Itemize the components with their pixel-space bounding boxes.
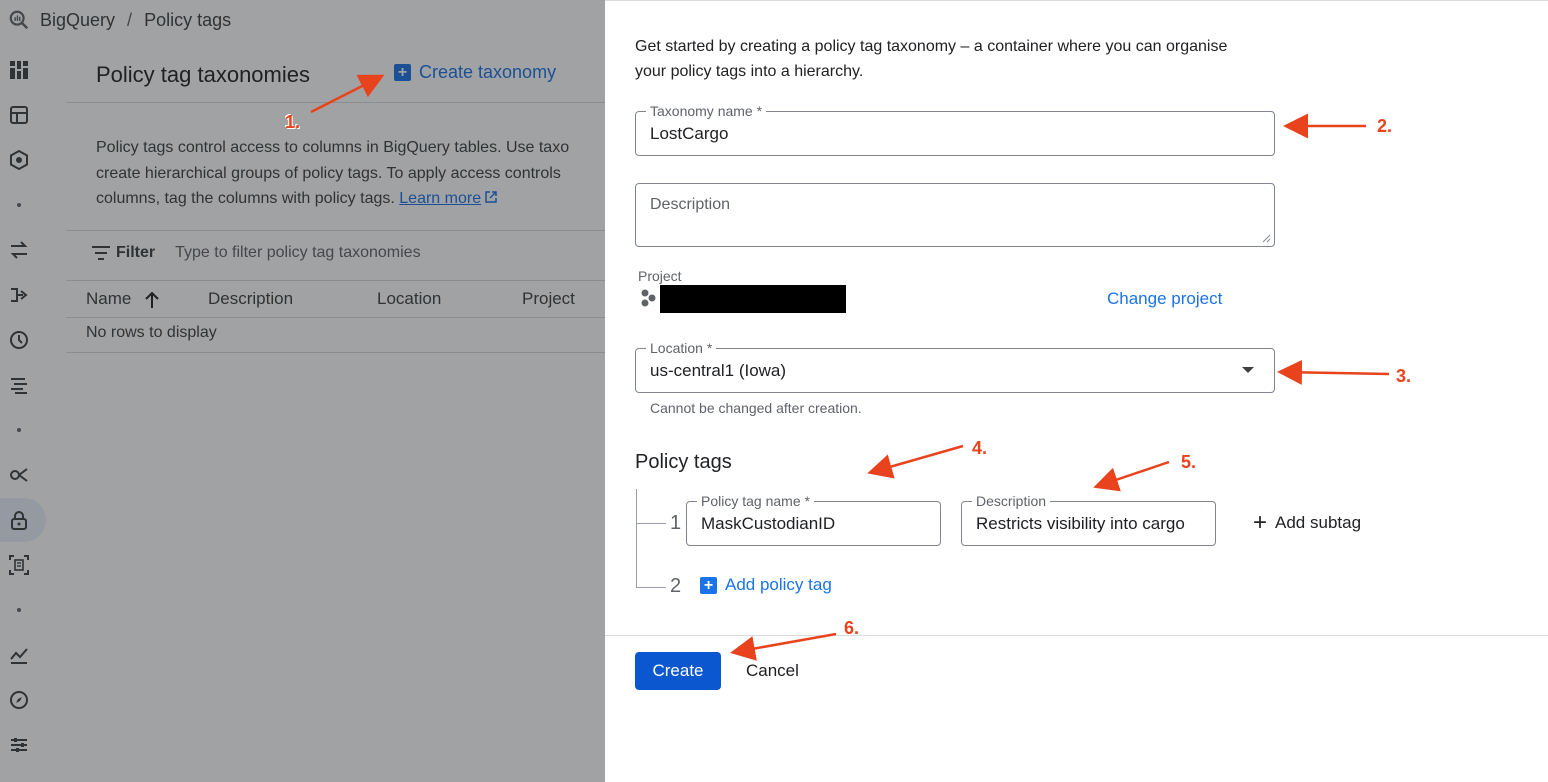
redacted-project-id — [660, 285, 846, 313]
studio-icon[interactable] — [8, 104, 30, 126]
create-button[interactable]: Create — [635, 652, 721, 690]
dropdown-arrow-icon — [1242, 367, 1254, 373]
add-box-icon: + — [394, 64, 411, 81]
cancel-button[interactable]: Cancel — [746, 661, 799, 681]
analytics-hub-icon[interactable] — [8, 374, 30, 396]
rail-divider-dot — [17, 608, 21, 612]
description-line: Policy tags control access to columns in… — [96, 139, 570, 156]
add-policy-tag-button[interactable]: + Add policy tag — [700, 575, 832, 595]
divider — [66, 230, 605, 231]
column-header-project[interactable]: Project — [522, 289, 575, 309]
breadcrumb-app[interactable]: BigQuery — [40, 10, 115, 31]
description-placeholder: Description — [650, 196, 731, 213]
add-box-icon: + — [700, 576, 717, 594]
filter-bar[interactable]: Filter Type to filter policy tag taxonom… — [92, 244, 421, 262]
lock-icon[interactable] — [8, 509, 30, 531]
rail-divider-dot — [17, 203, 21, 207]
external-link-icon — [485, 191, 497, 203]
location-value: us-central1 (Iowa) — [650, 361, 787, 380]
top-bar: BigQuery / Policy tags — [0, 0, 605, 40]
scheduled-queries-icon[interactable] — [8, 329, 30, 351]
policy-tag-description-field[interactable]: Description Restricts visibility into ca… — [961, 493, 1216, 546]
filter-label: Filter — [116, 244, 156, 261]
background-page: BigQuery / Policy tags Policy tag taxono… — [0, 0, 605, 782]
add-subtag-label: Add subtag — [1275, 513, 1362, 532]
description-textarea[interactable]: Description — [635, 183, 1275, 247]
policy-tags-heading: Policy tags — [635, 451, 732, 473]
policy-tag-description-label: Description — [972, 493, 1051, 509]
transfers-icon[interactable] — [8, 239, 30, 261]
description-line-with-link: columns, tag the columns with policy tag… — [96, 186, 605, 212]
monitoring-icon[interactable] — [8, 644, 30, 666]
dashboard-icon[interactable] — [8, 59, 30, 81]
panel-intro-text: Get started by creating a policy tag tax… — [635, 38, 1228, 80]
policy-tag-description-value: Restricts visibility into cargo — [976, 514, 1185, 533]
navigation-rail — [0, 40, 64, 782]
tree-connector — [636, 523, 666, 524]
project-icon — [641, 289, 656, 307]
main-content: Policy tag taxonomies + Create taxonomy … — [66, 40, 605, 782]
column-header-name[interactable]: Name — [86, 289, 131, 309]
filter-icon — [92, 246, 110, 260]
policy-tag-name-field[interactable]: Policy tag name * MaskCustodianID — [686, 493, 941, 546]
resize-handle-icon[interactable] — [1262, 234, 1271, 243]
policy-tag-name-label: Policy tag name * — [697, 493, 814, 509]
settings-sliders-icon[interactable] — [8, 734, 30, 756]
learn-more-link[interactable]: Learn more — [399, 190, 481, 207]
change-project-button[interactable]: Change project — [1107, 289, 1222, 309]
tree-connector — [636, 587, 666, 588]
column-header-description[interactable]: Description — [208, 289, 293, 309]
taxonomy-name-field[interactable]: Taxonomy name * LostCargo — [635, 103, 1275, 156]
breadcrumb-separator: / — [127, 9, 133, 30]
divider — [66, 317, 605, 318]
page-description: Policy tags control access to columns in… — [96, 135, 605, 212]
bigquery-logo-icon — [9, 10, 29, 30]
rail-divider-dot — [17, 428, 21, 432]
create-taxonomy-panel: Get started by creating a policy tag tax… — [605, 0, 1548, 782]
add-subtag-button[interactable]: + Add subtag — [1253, 509, 1362, 536]
plus-icon: + — [1253, 509, 1268, 536]
location-hint: Cannot be changed after creation. — [650, 400, 862, 416]
breadcrumb-page: Policy tags — [144, 9, 232, 30]
pipelines-icon[interactable] — [8, 284, 30, 306]
create-taxonomy-button[interactable]: + Create taxonomy — [394, 62, 556, 83]
empty-table-message: No rows to display — [86, 324, 217, 341]
data-transfer-icon[interactable] — [8, 464, 30, 486]
policy-tag-number: 1 — [670, 512, 682, 534]
create-taxonomy-label: Create taxonomy — [419, 62, 557, 82]
project-label: Project — [638, 268, 682, 284]
location-label: Location * — [646, 340, 717, 356]
sort-ascending-icon[interactable] — [144, 291, 160, 309]
filter-input[interactable]: Type to filter policy tag taxonomies — [175, 244, 420, 262]
page-title: Policy tag taxonomies — [96, 62, 310, 87]
policy-tag-number: 2 — [670, 575, 682, 597]
divider — [66, 102, 605, 103]
location-select[interactable]: Location * us-central1 (Iowa) — [635, 340, 1275, 393]
tree-connector — [636, 489, 637, 587]
policy-tag-name-value: MaskCustodianID — [701, 514, 836, 533]
column-header-location[interactable]: Location — [377, 289, 441, 309]
divider — [66, 352, 605, 353]
table-header: Name Description Location Project — [66, 281, 605, 317]
add-policy-tag-label: Add policy tag — [725, 575, 832, 594]
compass-icon[interactable] — [8, 689, 30, 711]
scan-icon[interactable] — [8, 554, 30, 576]
footer-divider — [605, 635, 1548, 636]
taxonomy-name-label: Taxonomy name * — [646, 103, 767, 119]
explorer-icon[interactable] — [8, 149, 30, 171]
description-line: create hierarchical groups of policy tag… — [96, 164, 561, 182]
taxonomy-name-value: LostCargo — [650, 124, 729, 143]
